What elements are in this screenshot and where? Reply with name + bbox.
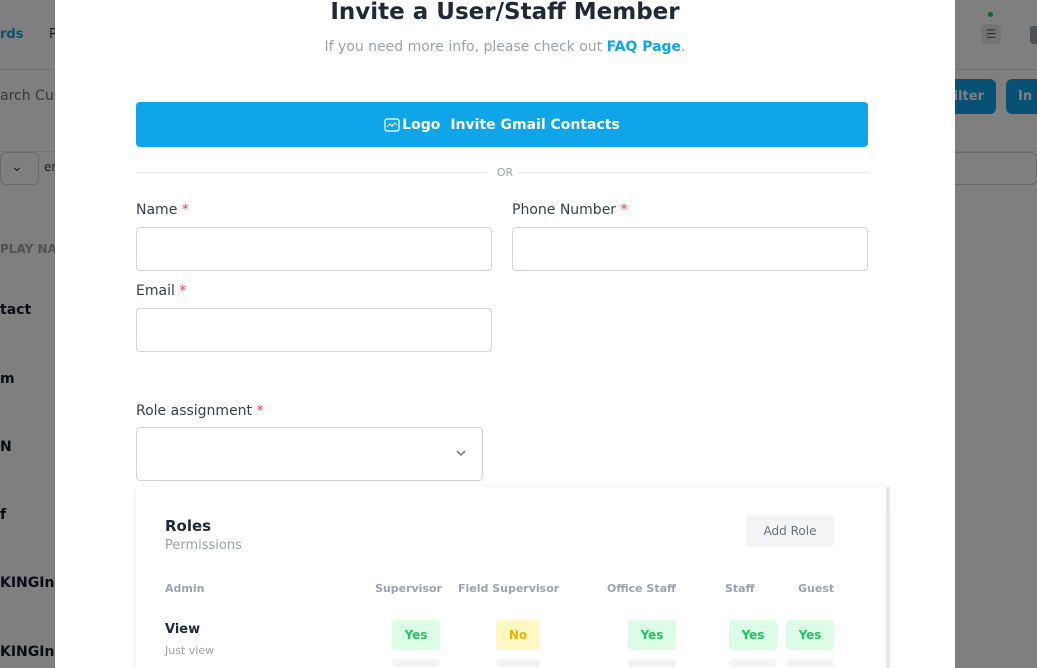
- modal-title: Invite a User/Staff Member: [330, 0, 680, 25]
- roles-panel-scrollbar[interactable]: [886, 487, 890, 668]
- role-assignment-label: Role assignment *: [136, 403, 264, 419]
- add-role-button[interactable]: Add Role: [746, 515, 834, 547]
- required-mark: *: [179, 283, 187, 299]
- roles-title: Roles: [165, 517, 212, 535]
- column-header-office-staff: Office Staff: [607, 582, 676, 595]
- invite-user-modal: Invite a User/Staff Member If you need m…: [55, 0, 955, 668]
- chevron-down-icon: [454, 445, 468, 464]
- column-header-admin: Admin: [165, 582, 205, 595]
- email-label-text: Email: [136, 283, 175, 299]
- next-row-placeholder: [729, 659, 777, 667]
- next-row-placeholder: [392, 659, 440, 667]
- phone-label-text: Phone Number: [512, 202, 617, 218]
- gmail-logo-alt: Logo: [402, 116, 441, 133]
- modal-subtitle: If you need more info, please check out …: [55, 39, 955, 55]
- invite-gmail-contacts-button[interactable]: Logo Invite Gmail Contacts: [136, 102, 868, 147]
- column-header-field-supervisor: Field Supervisor: [458, 582, 560, 595]
- modal-subtitle-text: If you need more info, please check out: [324, 39, 607, 55]
- modal-subtitle-end: .: [681, 39, 686, 55]
- permission-badge-guest[interactable]: Yes: [786, 620, 834, 650]
- name-input[interactable]: [136, 227, 492, 271]
- name-label-text: Name: [136, 202, 178, 218]
- roles-subtitle: Permissions: [165, 538, 242, 553]
- gmail-button-label: Invite Gmail Contacts: [450, 116, 620, 133]
- column-header-guest: Guest: [798, 582, 835, 595]
- required-mark: *: [620, 202, 628, 218]
- phone-number-input[interactable]: [512, 227, 868, 271]
- roles-permissions-panel: Roles Permissions Add Role Admin Supervi…: [136, 487, 893, 668]
- role-assignment-select[interactable]: [136, 427, 483, 481]
- permission-badge-field-supervisor[interactable]: No: [496, 620, 540, 650]
- permission-badge-staff[interactable]: Yes: [729, 620, 777, 650]
- name-label: Name *: [136, 202, 189, 218]
- role-label-text: Role assignment: [136, 403, 253, 419]
- email-input[interactable]: [136, 308, 492, 352]
- column-header-supervisor: Supervisor: [375, 582, 442, 595]
- gmail-logo-icon: Logo: [384, 117, 440, 133]
- next-row-placeholder: [786, 659, 834, 667]
- permission-badge-office-staff[interactable]: Yes: [628, 620, 676, 650]
- permission-badge-supervisor[interactable]: Yes: [392, 620, 440, 650]
- required-mark: *: [181, 202, 189, 218]
- permission-description: Just view: [165, 644, 215, 657]
- column-header-staff: Staff: [725, 582, 755, 595]
- faq-page-link[interactable]: FAQ Page: [607, 39, 681, 55]
- email-label: Email *: [136, 283, 186, 299]
- next-row-placeholder: [628, 659, 676, 667]
- required-mark: *: [256, 403, 264, 419]
- permission-name: View: [165, 622, 201, 637]
- or-divider-text: OR: [496, 166, 514, 179]
- next-row-placeholder: [496, 659, 540, 667]
- phone-label: Phone Number *: [512, 202, 628, 218]
